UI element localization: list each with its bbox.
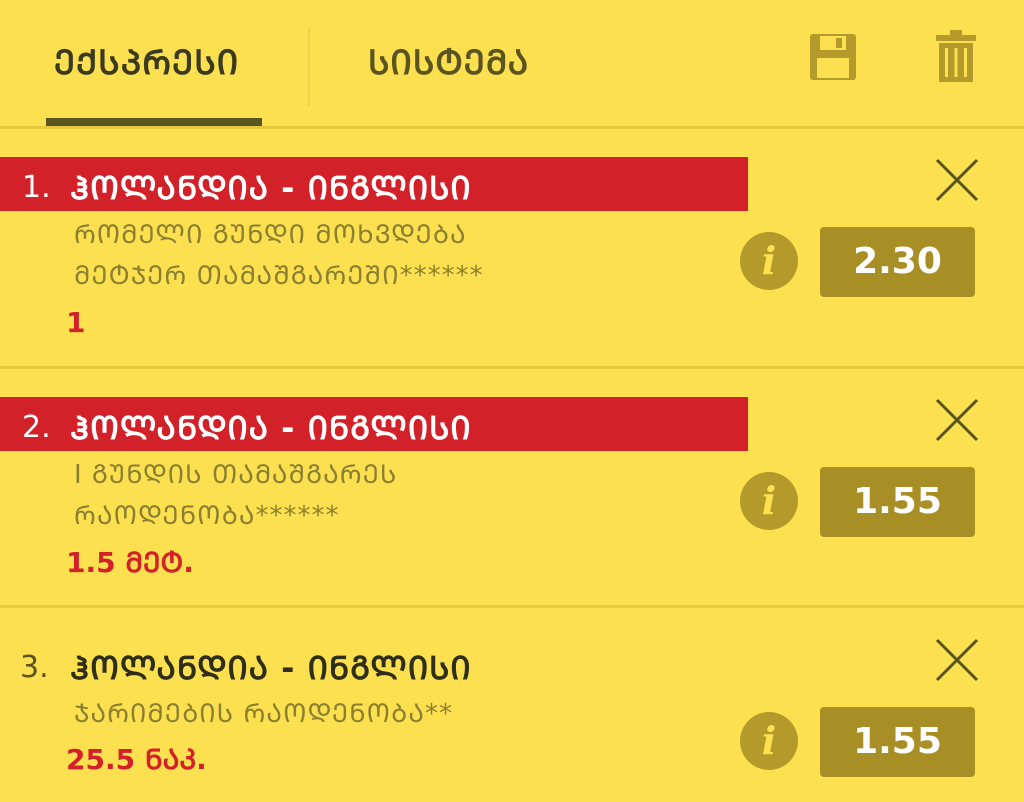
info-icon[interactable]: i — [740, 232, 798, 290]
odds-button[interactable]: 1.55 — [820, 707, 975, 777]
market-line-2: ᲠᲐᲝᲓᲔᲜᲝᲑᲐ****** — [74, 501, 340, 531]
odds-button[interactable]: 1.55 — [820, 467, 975, 537]
selected-outcome: 25.5 ᲜᲐᲙ. — [66, 743, 207, 776]
save-icon[interactable] — [808, 32, 858, 82]
tab-divider — [308, 28, 310, 106]
bet-number: 1. — [22, 170, 51, 205]
selected-outcome: 1.5 ᲛᲔᲢ. — [66, 546, 194, 579]
bet-divider — [0, 605, 1024, 608]
odds-button[interactable]: 2.30 — [820, 227, 975, 297]
info-icon[interactable]: i — [740, 712, 798, 770]
selected-outcome: 1 — [66, 306, 86, 339]
close-icon[interactable] — [934, 637, 980, 683]
bet-number: 2. — [22, 410, 51, 445]
market-line-2: ᲛᲔᲢᲯᲔᲠ ᲗᲐᲛᲐᲨᲒᲐᲠᲔᲨᲘ****** — [74, 261, 484, 291]
bet-slip-tabs: ᲔᲥᲡᲞᲠᲔᲡᲘ ᲡᲘᲡᲢᲔᲛᲐ — [0, 0, 1024, 129]
close-icon[interactable] — [934, 157, 980, 203]
header-divider — [0, 126, 1024, 129]
match-title: ᲰᲝᲚᲐᲜᲓᲘᲐ - ᲘᲜᲒᲚᲘᲡᲘ — [70, 409, 472, 447]
tab-express[interactable]: ᲔᲥᲡᲞᲠᲔᲡᲘ — [54, 38, 239, 84]
market-line-1: ᲠᲝᲛᲔᲚᲘ ᲒᲣᲜᲓᲘ ᲛᲝᲮᲕᲓᲔᲑᲐ — [74, 220, 467, 250]
match-title: ᲰᲝᲚᲐᲜᲓᲘᲐ - ᲘᲜᲒᲚᲘᲡᲘ — [70, 169, 472, 207]
bet-number: 3. — [20, 650, 49, 685]
market-line-1: ᲯᲐᲠᲘᲛᲔᲑᲘᲡ ᲠᲐᲝᲓᲔᲜᲝᲑᲐ** — [74, 699, 453, 729]
trash-icon[interactable] — [936, 30, 976, 82]
close-icon[interactable] — [934, 397, 980, 443]
tab-system[interactable]: ᲡᲘᲡᲢᲔᲛᲐ — [368, 38, 529, 84]
match-title: ᲰᲝᲚᲐᲜᲓᲘᲐ - ᲘᲜᲒᲚᲘᲡᲘ — [70, 649, 472, 687]
market-line-1: I ᲒᲣᲜᲓᲘᲡ ᲗᲐᲛᲐᲨᲒᲐᲠᲔᲡ — [74, 460, 398, 490]
info-icon[interactable]: i — [740, 472, 798, 530]
bet-divider — [0, 366, 1024, 369]
